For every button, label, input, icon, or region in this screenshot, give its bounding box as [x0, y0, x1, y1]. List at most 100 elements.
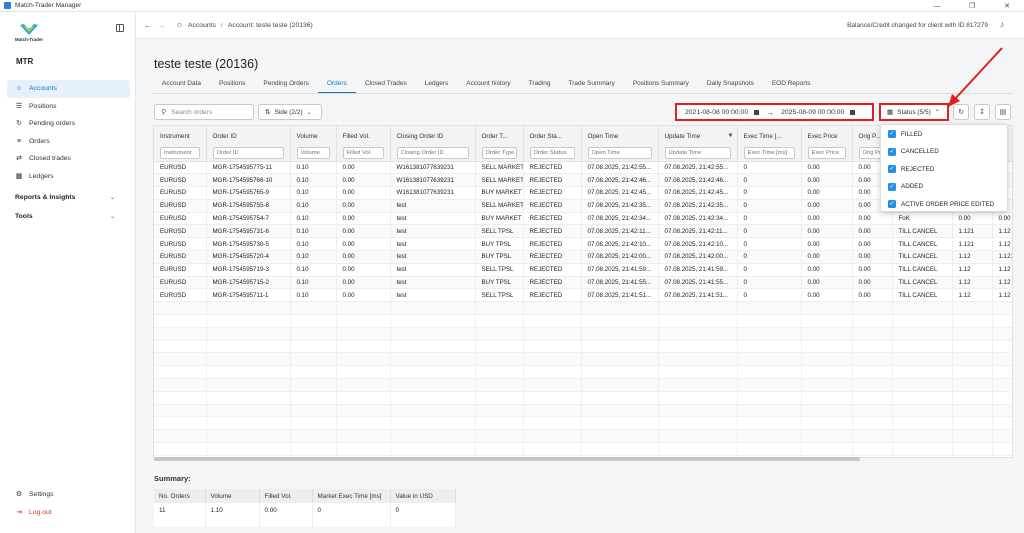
section-tools[interactable]: Tools ⌄ — [15, 213, 115, 220]
forward-arrow-icon[interactable]: → — [158, 21, 166, 30]
table-row[interactable]: EURUSD MGR-1754595754-7 0.10 0.00 test BUY MA… — [154, 212, 1012, 226]
date-to[interactable]: 2025-08-09 00:00:00 — [781, 109, 844, 116]
horizontal-scrollbar[interactable] — [154, 457, 860, 461]
tab-positions[interactable]: Positions — [210, 79, 254, 93]
checkbox-checked-icon[interactable]: ✓ — [888, 182, 896, 191]
table-cell: 0.00 — [992, 212, 1012, 226]
tab-trading[interactable]: Trading — [520, 79, 560, 93]
empty-row — [154, 429, 1012, 444]
column-header[interactable]: Order T... — [475, 126, 524, 146]
sidebar-item-closed-trades[interactable]: ⇄ Closed trades — [7, 150, 130, 168]
section-reports-insights[interactable]: Reports & Insights ⌄ — [15, 194, 115, 201]
status-filter-button[interactable]: ▦ Status (5/5) ⌃ — [879, 103, 949, 121]
tab-trade-summary[interactable]: Trade Summary — [559, 79, 623, 93]
column-filter-input[interactable] — [587, 147, 652, 160]
status-option-active-order-price-edited[interactable]: ✓ ACTIVE ORDER PRICE EDITED — [881, 196, 1007, 213]
column-filter-input[interactable] — [212, 147, 284, 160]
table-cell: 0.00 — [336, 173, 391, 188]
table-cell: REJECTED — [523, 263, 582, 277]
checkbox-checked-icon[interactable]: ✓ — [888, 200, 896, 209]
column-filter-input[interactable] — [160, 147, 200, 160]
sidebar-collapse-icon[interactable] — [116, 24, 124, 32]
empty-row — [154, 378, 1012, 392]
tab-account-data[interactable]: Account Data — [153, 79, 210, 93]
column-filter-input[interactable] — [296, 147, 330, 160]
table-row[interactable]: EURUSD MGR-1754595715-2 0.10 0.00 test BUY TP… — [154, 276, 1012, 290]
table-row[interactable]: EURUSD MGR-1754595719-3 0.10 0.00 test SELL T… — [154, 263, 1012, 277]
bell-icon[interactable]: ♪ — [1000, 20, 1004, 29]
column-filter-input[interactable] — [807, 147, 846, 160]
app-icon — [4, 2, 11, 9]
search-orders-input[interactable]: ⚲ Search orders — [154, 104, 254, 120]
side-filter-button[interactable]: ⇅ Side (2/2) ⌄ — [258, 104, 322, 120]
status-option-filled[interactable]: ✓ FILLED — [881, 126, 1007, 143]
column-header[interactable]: Volume — [290, 126, 337, 146]
tab-account-history[interactable]: Account history — [457, 79, 519, 93]
breadcrumb-root[interactable]: Accounts — [188, 22, 216, 29]
table-cell: BUY TPSL — [475, 250, 524, 264]
table-row[interactable]: EURUSD MGR-1754595731-6 0.10 0.00 test SELL T… — [154, 224, 1012, 239]
empty-row — [154, 352, 1012, 367]
tab-eod-reports[interactable]: EOD Reports — [763, 79, 820, 93]
column-filter-input[interactable] — [342, 147, 384, 160]
sidebar-item-positions[interactable]: ☰ Positions — [7, 98, 130, 116]
date-range-picker[interactable]: 2021-08-08 00:00:00 → 2025-08-09 00:00:0… — [675, 103, 874, 121]
close-button[interactable]: ✕ — [992, 0, 1022, 12]
column-filter-input[interactable] — [481, 147, 517, 160]
table-cell: REJECTED — [523, 224, 582, 239]
tab-daily-snapshots[interactable]: Daily Snapshots — [698, 79, 763, 93]
sidebar-item-label: Accounts — [29, 85, 57, 93]
status-option-rejected[interactable]: ✓ REJECTED — [881, 161, 1007, 178]
table-cell: test — [390, 263, 476, 277]
status-option-cancelled[interactable]: ✓ CANCELLED — [881, 144, 1007, 161]
sidebar-item-settings[interactable]: ⚙ Settings — [7, 486, 130, 504]
table-row[interactable]: EURUSD MGR-1754595711-1 0.10 0.00 test SELL T… — [154, 288, 1012, 303]
tab-closed-trades[interactable]: Closed Trades — [356, 79, 416, 93]
table-cell: 07.08.2025, 21:42:34... — [658, 212, 738, 226]
status-option-label: ACTIVE ORDER PRICE EDITED — [901, 200, 995, 208]
tab-positions-summary[interactable]: Positions Summary — [624, 79, 698, 93]
column-header[interactable]: Exec Price — [801, 126, 853, 146]
table-row[interactable]: EURUSD MGR-1754595720-4 0.10 0.00 test BUY TP… — [154, 250, 1012, 264]
table-cell: 0 — [737, 288, 802, 303]
sidebar-item-pending-orders[interactable]: ↻ Pending orders — [7, 115, 130, 133]
ledger-icon: ▩ — [15, 172, 23, 180]
column-filter-input[interactable] — [664, 147, 731, 160]
checkbox-checked-icon[interactable]: ✓ — [888, 130, 896, 139]
column-header[interactable]: Filled Vol. — [336, 126, 391, 146]
sidebar-item-ledgers[interactable]: ▩ Ledgers — [7, 168, 130, 186]
checkbox-checked-icon[interactable]: ✓ — [888, 165, 896, 174]
minimize-button[interactable]: — — [922, 0, 952, 12]
column-filter-input[interactable] — [396, 147, 469, 160]
sort-desc-icon[interactable]: ▼ — [728, 133, 734, 139]
calendar-icon[interactable] — [754, 109, 760, 115]
column-header[interactable]: Order ID — [206, 126, 291, 146]
column-header[interactable]: Closing Order ID — [390, 126, 476, 146]
sidebar: Match-Trader MTR ☺ Accounts ☰ Positions … — [0, 12, 136, 533]
table-row[interactable]: EURUSD MGR-1754595730-5 0.10 0.00 test BUY TP… — [154, 237, 1012, 252]
summary-header: Value in USD — [390, 489, 456, 503]
checkbox-checked-icon[interactable]: ✓ — [888, 147, 896, 156]
tab-orders[interactable]: Orders — [317, 79, 356, 93]
sidebar-item-logout[interactable]: ⇥ Log out — [7, 504, 130, 522]
notification-text: Balance/Credit changed for client with I… — [847, 22, 988, 29]
sidebar-item-accounts[interactable]: ☺ Accounts — [7, 80, 130, 98]
column-filter-input[interactable] — [529, 147, 575, 160]
tab-ledgers[interactable]: Ledgers — [416, 79, 458, 93]
column-header[interactable]: Instrument — [154, 126, 207, 146]
maximize-button[interactable]: ❐ — [957, 0, 987, 12]
table-cell: 0.00 — [801, 276, 853, 290]
table-cell: 1.12 — [992, 224, 1012, 239]
tab-pending-orders[interactable]: Pending Orders — [254, 79, 318, 93]
column-header[interactable]: Order Sta... — [523, 126, 582, 146]
column-header[interactable]: Exec Time [... — [737, 126, 802, 146]
column-header[interactable]: Open Time — [581, 126, 659, 146]
column-filter-input[interactable] — [743, 147, 795, 160]
back-arrow-icon[interactable]: ← — [144, 21, 152, 30]
status-option-added[interactable]: ✓ ADDED — [881, 179, 1007, 196]
column-header[interactable]: Update Time ▼ — [658, 126, 738, 146]
date-from[interactable]: 2021-08-08 00:00:00 — [685, 109, 748, 116]
column-filter-cell — [290, 146, 337, 162]
sidebar-item-orders[interactable]: ≡ Orders — [7, 133, 130, 151]
calendar-icon[interactable] — [850, 109, 856, 115]
